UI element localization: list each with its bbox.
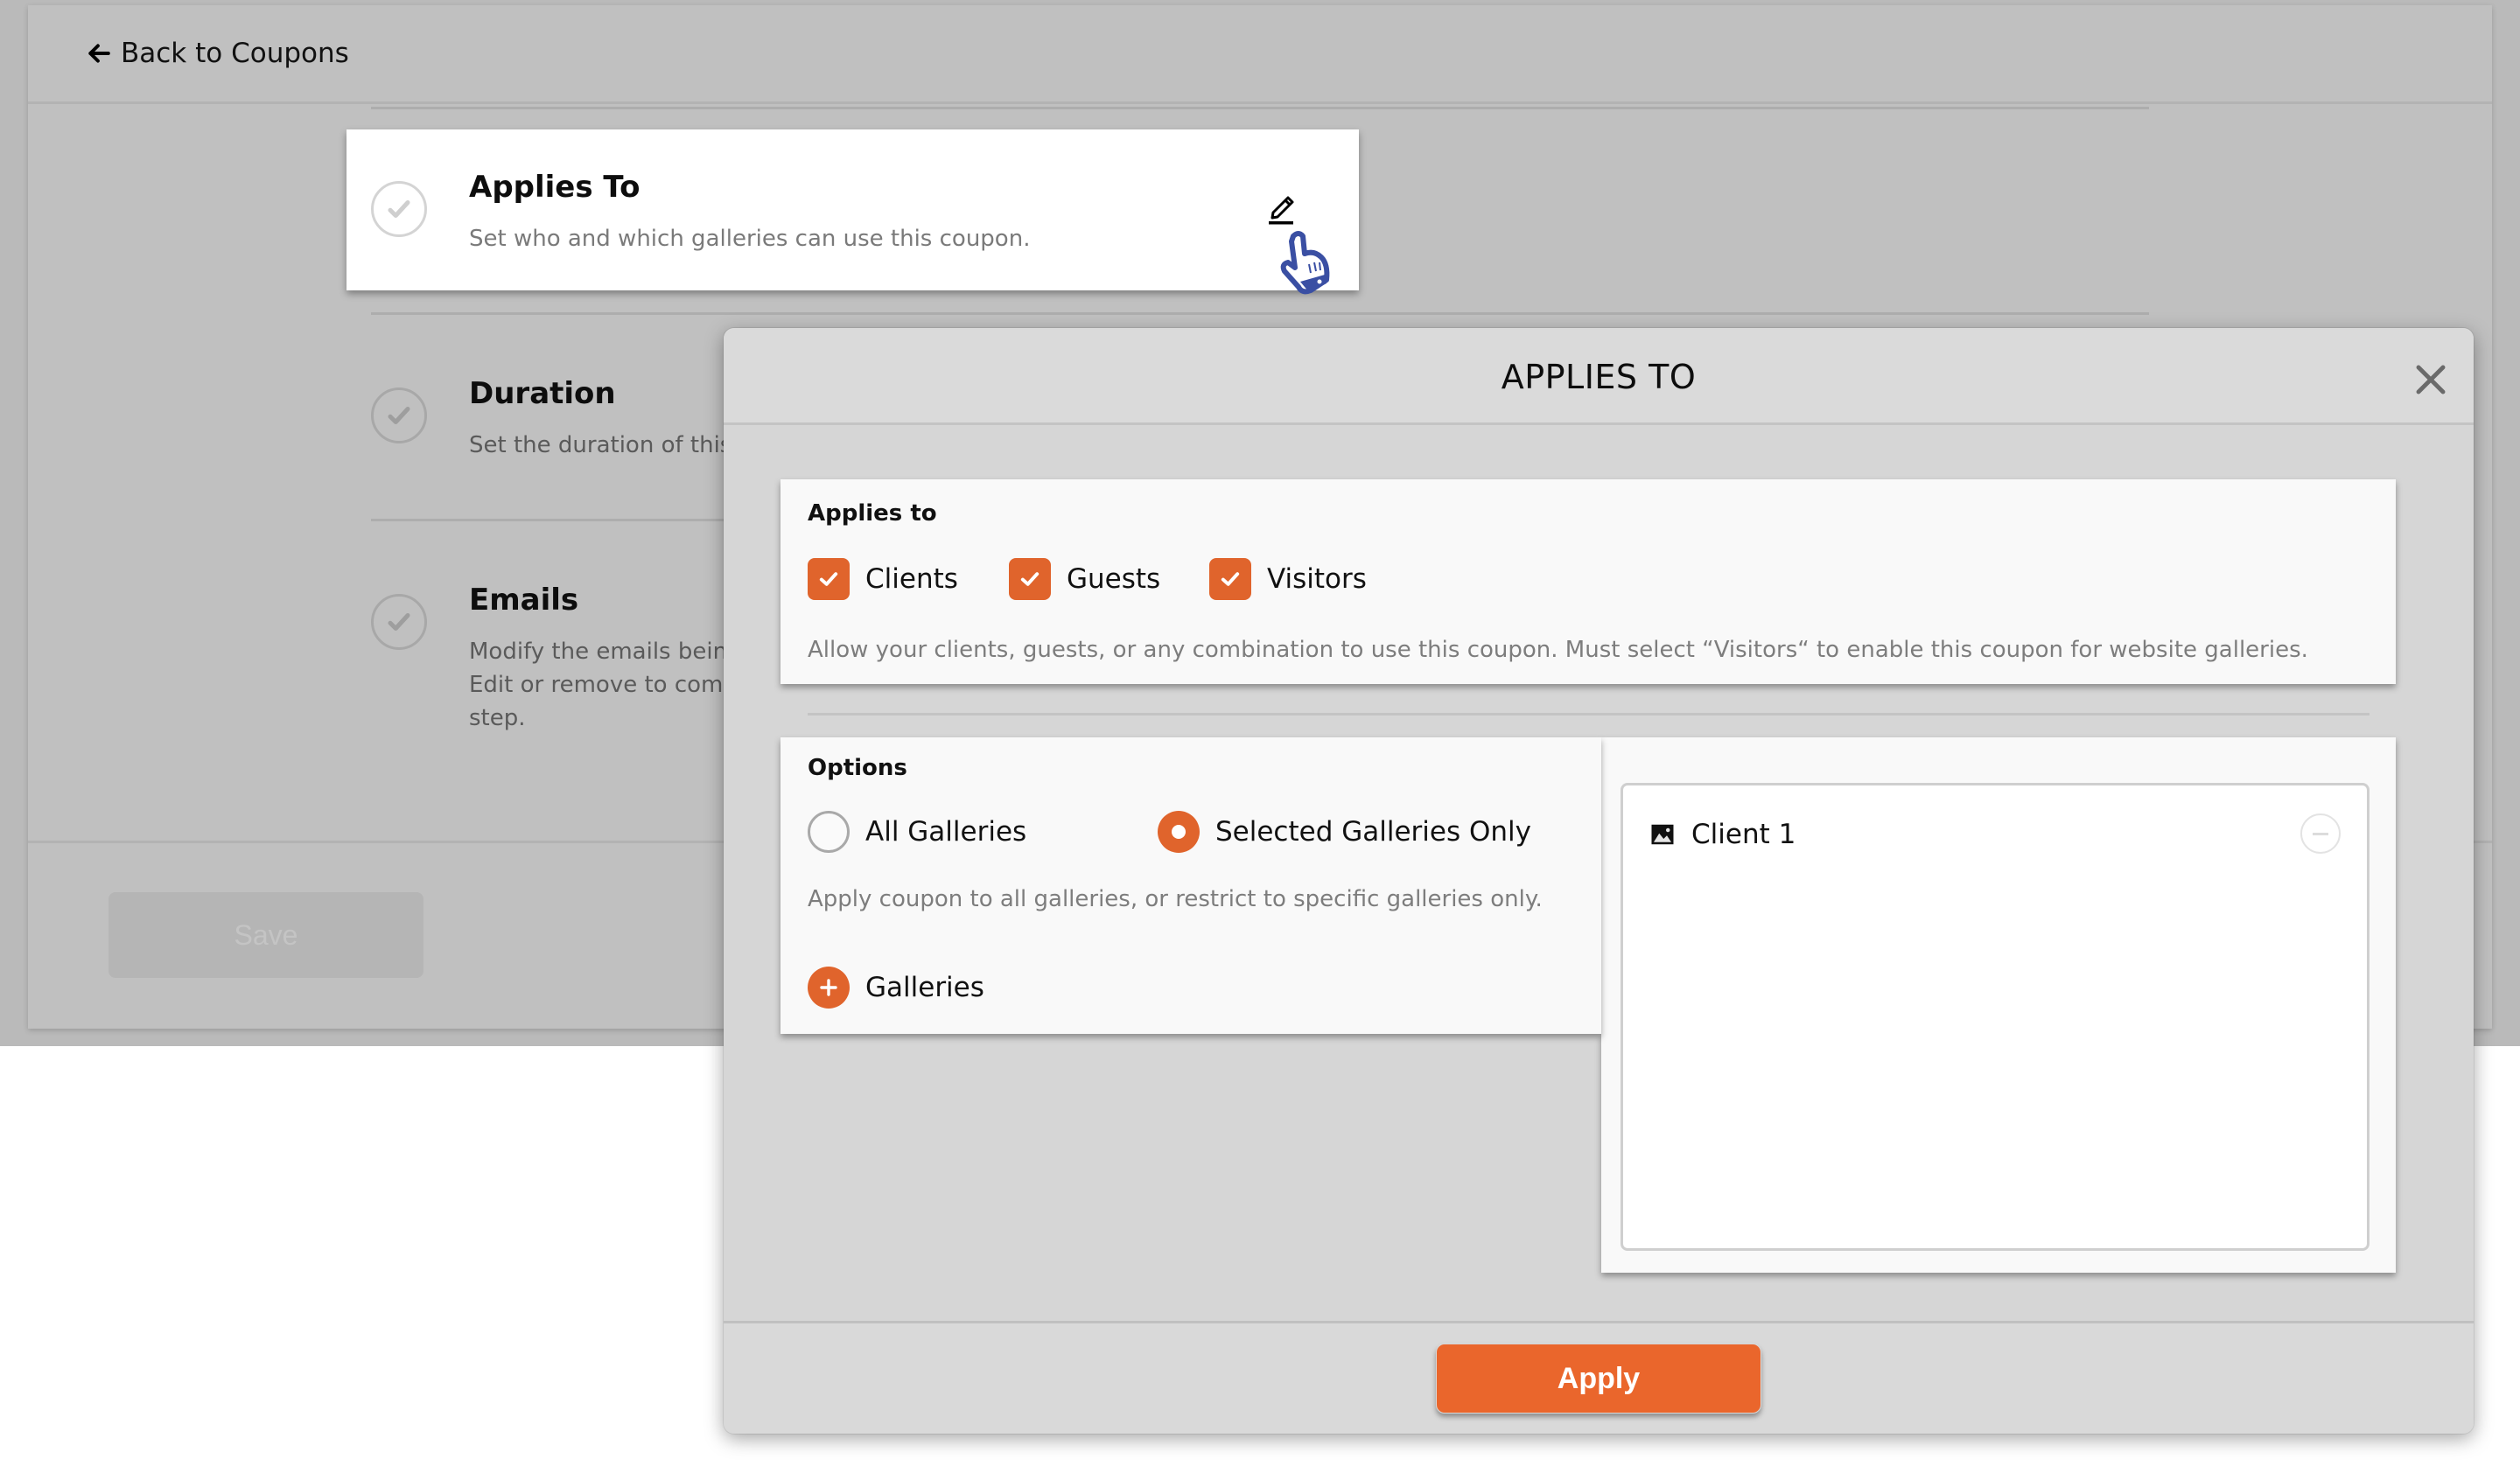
header-divider (28, 101, 2492, 104)
back-to-coupons-link[interactable]: Back to Coupons (88, 33, 349, 73)
radio-all-galleries[interactable]: All Galleries (808, 811, 1026, 853)
radio-selected[interactable] (1158, 811, 1200, 853)
step-subtitle-line: Edit or remove to comp (469, 672, 738, 698)
step-applies-to[interactable]: Applies To Set who and which galleries c… (346, 129, 1359, 290)
step-divider (371, 107, 2149, 109)
step-subtitle-line: step. (469, 705, 526, 731)
save-button[interactable]: Save (108, 892, 424, 978)
checkbox-label: Guests (1067, 563, 1161, 595)
back-link-label: Back to Coupons (121, 38, 349, 69)
checkbox-clients[interactable]: Clients (808, 558, 958, 600)
remove-gallery-button[interactable] (2300, 813, 2341, 854)
radio-label: Selected Galleries Only (1215, 816, 1531, 848)
selected-galleries-list: Client 1 (1620, 783, 2370, 1251)
check-icon (819, 572, 838, 586)
step-complete-check (371, 387, 427, 443)
options-helper-text: Apply coupon to all galleries, or restri… (808, 886, 1543, 912)
apply-button[interactable]: Apply (1436, 1344, 1761, 1414)
step-title: Duration (469, 376, 616, 411)
plus-icon (820, 979, 837, 996)
radio-label: All Galleries (865, 816, 1027, 848)
selected-galleries-panel: Client 1 (1601, 737, 2396, 1273)
checkbox-guests[interactable]: Guests (1009, 558, 1160, 600)
section-divider (808, 713, 2370, 716)
add-galleries-button[interactable]: Galleries (808, 967, 984, 1009)
close-icon[interactable] (2412, 361, 2449, 398)
options-section: Options All Galleries Selected Galleries… (780, 737, 1601, 1034)
step-subtitle: Set the duration of this (469, 432, 732, 458)
radio-selected-galleries-only[interactable]: Selected Galleries Only (1158, 811, 1531, 853)
applies-to-helper-text: Allow your clients, guests, or any combi… (808, 637, 2308, 663)
step-subtitle: Set who and which galleries can use this… (469, 226, 1031, 252)
check-icon (388, 407, 410, 424)
check-icon (1020, 572, 1040, 586)
applies-to-label: Applies to (808, 500, 937, 527)
step-complete-check (371, 594, 427, 650)
checkbox-checked[interactable] (1009, 558, 1051, 600)
check-icon (1221, 572, 1240, 586)
applies-to-section: Applies to Clients Guests Visitors Allow… (780, 479, 2396, 684)
check-icon (388, 200, 410, 218)
step-title: Applies To (469, 170, 640, 205)
hand-pointer-cursor-icon (1280, 231, 1330, 295)
image-icon (1651, 824, 1674, 845)
step-complete-check (371, 181, 427, 237)
step-title: Emails (469, 583, 579, 618)
gallery-list-item: Client 1 (1649, 812, 2341, 857)
checkbox-visitors[interactable]: Visitors (1209, 558, 1367, 600)
pencil-edit-icon[interactable] (1267, 191, 1297, 226)
radio-unselected[interactable] (808, 811, 850, 853)
checkbox-checked[interactable] (808, 558, 850, 600)
add-galleries-label: Galleries (865, 972, 984, 1003)
plus-circle-icon (808, 967, 850, 1009)
checkbox-label: Visitors (1267, 563, 1367, 595)
modal-title: APPLIES TO (1501, 357, 1697, 396)
options-label: Options (808, 755, 907, 781)
applies-to-modal: APPLIES TO Applies to Clients Guests Vis… (724, 328, 2474, 1434)
gallery-name: Client 1 (1691, 819, 1796, 850)
step-divider (371, 312, 2149, 315)
checkbox-label: Clients (865, 563, 958, 595)
arrow-left-icon (88, 44, 110, 63)
step-subtitle-line: Modify the emails being (469, 639, 742, 665)
check-icon (388, 613, 410, 631)
checkbox-checked[interactable] (1209, 558, 1251, 600)
